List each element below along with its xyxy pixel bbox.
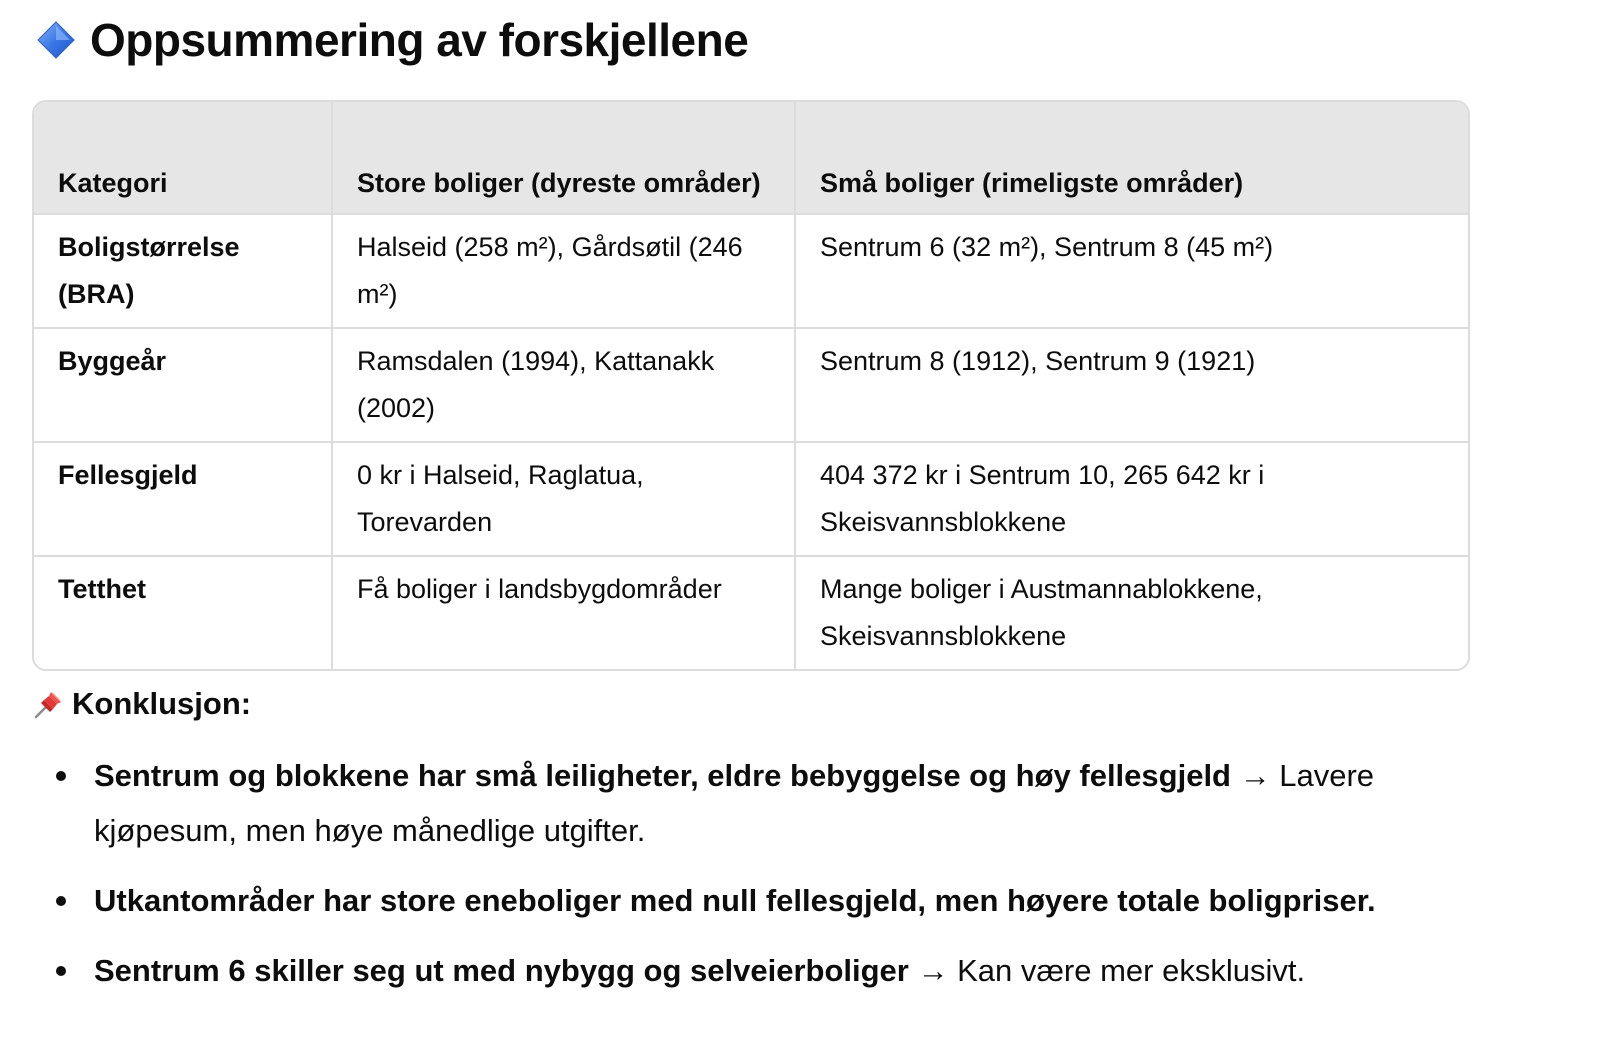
table-row: Boligstørrelse (BRA) Halseid (258 m²), G… xyxy=(34,214,1468,329)
row-label: Byggeår xyxy=(34,328,333,443)
table-cell: Sentrum 8 (1912), Sentrum 9 (1921) xyxy=(795,328,1468,443)
page: Oppsummering av forskjellene Kategori St… xyxy=(0,0,1602,1048)
column-header: Små boliger (rimeligste områder) xyxy=(795,102,1468,215)
table-row: Fellesgjeld 0 kr i Halseid, Raglatua, To… xyxy=(34,442,1468,557)
table-row: Tetthet Få boliger i landsbygdområder Ma… xyxy=(34,556,1468,669)
table-cell: Få boliger i landsbygdområder xyxy=(332,556,796,669)
list-item: Sentrum og blokkene har små leiligheter,… xyxy=(48,748,1428,858)
table-cell: 0 kr i Halseid, Raglatua, Torevarden xyxy=(332,442,796,557)
pushpin-icon xyxy=(32,687,66,721)
bullet-bold-text: Utkantområder har store eneboliger med n… xyxy=(94,883,1376,918)
blue-diamond-icon xyxy=(36,20,76,60)
column-header: Store boliger (dyreste områder) xyxy=(332,102,796,215)
arrow-text: → xyxy=(1231,758,1280,793)
conclusion-heading: Konklusjon: xyxy=(32,682,251,726)
list-item: Utkantområder har store eneboliger med n… xyxy=(48,873,1428,928)
table-header-row: Kategori Store boliger (dyreste områder)… xyxy=(34,102,1468,215)
bullet-icon xyxy=(56,966,66,976)
comparison-table: Kategori Store boliger (dyreste områder)… xyxy=(32,100,1470,671)
conclusion-title: Konklusjon: xyxy=(72,686,252,721)
page-title: Oppsummering av forskjellene xyxy=(90,14,749,66)
table-cell: 404 372 kr i Sentrum 10, 265 642 kr i Sk… xyxy=(795,442,1468,557)
arrow-text: → xyxy=(908,953,958,988)
table-cell: Ramsdalen (1994), Kattanakk (2002) xyxy=(332,328,796,443)
list-item: Sentrum 6 skiller seg ut med nybygg og s… xyxy=(48,943,1428,998)
table-cell: Halseid (258 m²), Gårdsøtil (246 m²) xyxy=(332,214,796,329)
section-heading: Oppsummering av forskjellene xyxy=(36,10,749,70)
table-row: Byggeår Ramsdalen (1994), Kattanakk (200… xyxy=(34,328,1468,443)
bullet-bold-text: Sentrum og blokkene har små leiligheter,… xyxy=(94,758,1231,793)
bullet-icon xyxy=(56,896,66,906)
table-cell: Mange boliger i Austmannablokkene, Skeis… xyxy=(820,574,1263,651)
conclusion-list: Sentrum og blokkene har små leiligheter,… xyxy=(48,748,1428,1013)
bullet-icon xyxy=(56,771,66,781)
column-header: Kategori xyxy=(34,102,333,215)
row-label: Boligstørrelse (BRA) xyxy=(34,214,333,329)
bullet-bold-text: Sentrum 6 skiller seg ut med nybygg og s… xyxy=(94,953,909,988)
row-label: Tetthet xyxy=(34,556,333,669)
table-cell: Sentrum 6 (32 m²), Sentrum 8 (45 m²) xyxy=(795,214,1468,329)
row-label: Fellesgjeld xyxy=(34,442,333,557)
bullet-text: Kan være mer eksklusivt. xyxy=(957,953,1306,988)
